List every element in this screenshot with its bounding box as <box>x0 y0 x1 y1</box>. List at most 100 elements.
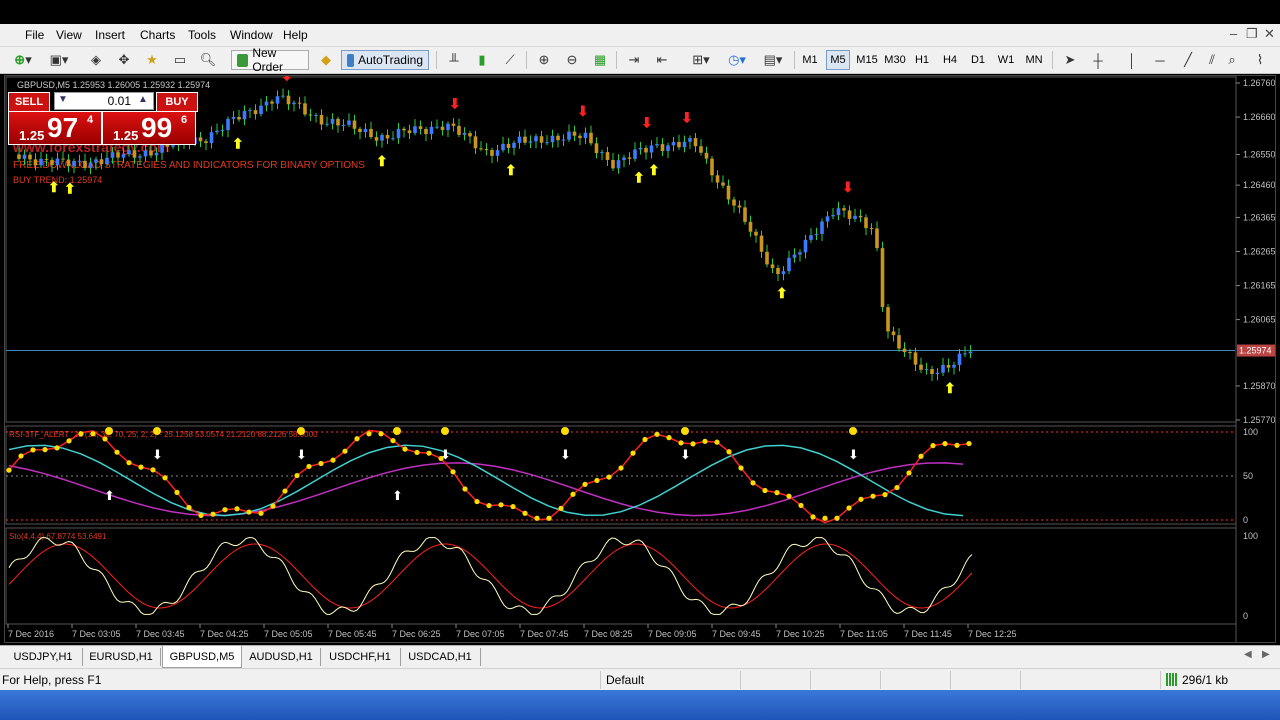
timeframe-mn[interactable]: MN <box>1022 50 1046 70</box>
periods-icon[interactable]: ◷▾ <box>722 50 752 70</box>
tab-audusd-h1[interactable]: AUDUSD,H1 <box>242 648 321 666</box>
rsi-dot <box>894 484 900 491</box>
menu-tools[interactable]: Tools <box>188 28 216 42</box>
bear-candle <box>479 148 483 150</box>
sell-signal-arrow-icon: ⬇ <box>577 103 589 119</box>
bull-candle <box>121 154 126 158</box>
time-tick-label: 7 Dec 07:05 <box>456 629 505 639</box>
tab-usdchf-h1[interactable]: USDCHF,H1 <box>320 648 401 666</box>
menu-view[interactable]: View <box>56 28 82 42</box>
close-icon[interactable]: ✕ <box>1264 26 1275 42</box>
search-icon[interactable]: ⌕ <box>1222 50 1242 70</box>
bull-candle <box>633 149 637 159</box>
templates-icon[interactable]: ▤▾ <box>758 50 788 70</box>
trendline-icon[interactable]: ╱ <box>1178 50 1198 70</box>
bear-candle <box>754 231 758 236</box>
timeframe-m15[interactable]: M15 <box>854 50 880 70</box>
minimize-icon[interactable]: – <box>1230 26 1237 41</box>
bull-candle <box>941 364 945 373</box>
tab-scroll-right-icon[interactable]: ▶ <box>1262 649 1270 660</box>
bull-candle <box>671 142 676 146</box>
rsi-dot <box>522 510 528 516</box>
tab-scroll-left-icon[interactable]: ◀ <box>1244 649 1252 660</box>
bear-candle <box>891 331 896 336</box>
strategy-tester-icon[interactable]: 🔍︎ <box>198 50 218 70</box>
tab-usdjpy-h1[interactable]: USDJPY,H1 <box>4 648 83 666</box>
navigator-icon[interactable]: ★ <box>142 50 162 70</box>
sell-price[interactable]: 1.25 97 4 <box>8 111 102 145</box>
rsi-dot <box>42 447 48 453</box>
price-tick-label: 1.25870 <box>1243 381 1275 391</box>
bull-candle <box>825 216 830 222</box>
new-chart-icon[interactable]: ⊕ ▾ <box>8 50 38 70</box>
buy-button[interactable]: BUY <box>156 92 198 112</box>
restore-icon[interactable]: ❐ <box>1246 26 1258 42</box>
bear-candle <box>33 159 38 166</box>
line-chart-icon[interactable]: ⟋ <box>500 50 520 70</box>
equidistant-channel-icon[interactable]: ⫽ <box>1202 50 1222 70</box>
timeframe-m30[interactable]: M30 <box>882 50 908 70</box>
terminal-icon[interactable]: ▭ <box>170 50 190 70</box>
menu-charts[interactable]: Charts <box>140 28 175 42</box>
candlestick-icon[interactable]: ▮ <box>472 50 492 70</box>
bull-candle <box>248 110 252 112</box>
market-watch-icon[interactable]: ◈ <box>86 50 106 70</box>
tab-gbpusd-m5[interactable]: GBPUSD,M5 <box>162 646 242 668</box>
bull-candle <box>836 208 841 216</box>
cursor-icon[interactable]: ➤ <box>1060 50 1080 70</box>
timeframe-m1[interactable]: M1 <box>798 50 822 70</box>
chart-canvas[interactable]: GBPUSD,M5 1.25953 1.26005 1.25932 1.2597… <box>5 76 1275 642</box>
menu-insert[interactable]: Insert <box>95 28 125 42</box>
status-traffic: 296/1 kb <box>1182 673 1229 687</box>
chart-shift-icon[interactable]: ⇥ <box>624 50 644 70</box>
bear-candle <box>704 152 709 159</box>
sell-button[interactable]: SELL <box>8 92 50 112</box>
lot-up-icon[interactable]: ▲ <box>138 94 148 105</box>
rsi-up-arrow-icon: ⬆ <box>104 488 115 503</box>
rsi-alert-dot <box>849 427 857 435</box>
vertical-line-icon[interactable]: │ <box>1122 50 1142 70</box>
tab-eurusd-h1[interactable]: EURUSD,H1 <box>82 648 161 666</box>
zoom-in-icon[interactable]: ⊕ <box>534 50 554 70</box>
rsi-dot <box>966 440 972 447</box>
time-tick-label: 7 Dec 03:05 <box>72 629 121 639</box>
timeframe-h1[interactable]: H1 <box>910 50 934 70</box>
bear-candle <box>748 221 753 232</box>
horizontal-line-icon[interactable]: ─ <box>1150 50 1170 70</box>
bear-candle <box>418 126 423 129</box>
autoscroll-icon[interactable]: ⇤ <box>652 50 672 70</box>
autotrading-button[interactable]: AutoTrading <box>341 50 429 70</box>
timeframe-h4[interactable]: H4 <box>938 50 962 70</box>
indicators-icon[interactable]: ⊞▾ <box>686 50 716 70</box>
tile-windows-icon[interactable]: ▦ <box>590 50 610 70</box>
rsi-dot <box>150 467 156 473</box>
menu-window[interactable]: Window <box>230 28 273 42</box>
crosshair-icon[interactable]: ┼ <box>1088 50 1108 70</box>
zoom-out-icon[interactable]: ⊖ <box>562 50 582 70</box>
autotrading-icon <box>347 53 355 67</box>
chart-window[interactable]: GBPUSD,M5 1.25953 1.26005 1.25932 1.2597… <box>4 75 1276 643</box>
lot-down-icon[interactable]: ▼ <box>58 94 68 105</box>
bear-candle <box>699 146 703 153</box>
timeframe-m5[interactable]: M5 <box>826 50 850 70</box>
bar-chart-icon[interactable]: ╨ <box>444 50 464 70</box>
timeframe-w1[interactable]: W1 <box>994 50 1018 70</box>
bull-candle <box>127 150 131 155</box>
profiles-icon[interactable]: ▣▾ <box>44 50 74 70</box>
rsi-dot <box>774 490 780 496</box>
objects-icon[interactable]: ⌇ <box>1248 50 1272 70</box>
metaeditor-icon[interactable]: ◆ <box>316 50 336 70</box>
menu-help[interactable]: Help <box>283 28 308 42</box>
rsi-dot <box>654 431 660 437</box>
bear-candle <box>946 364 951 368</box>
bear-candle <box>886 307 890 332</box>
tab-usdcad-h1[interactable]: USDCAD,H1 <box>400 648 481 666</box>
new-order-button[interactable]: New Order <box>231 46 309 74</box>
timeframe-d1[interactable]: D1 <box>966 50 990 70</box>
menu-file[interactable]: File <box>25 28 44 42</box>
sto-main-line <box>8 537 973 615</box>
data-window-icon[interactable]: ✥ <box>114 50 134 70</box>
buy-price[interactable]: 1.25 99 6 <box>102 111 196 145</box>
bull-candle <box>550 135 555 143</box>
bear-candle <box>506 143 511 148</box>
